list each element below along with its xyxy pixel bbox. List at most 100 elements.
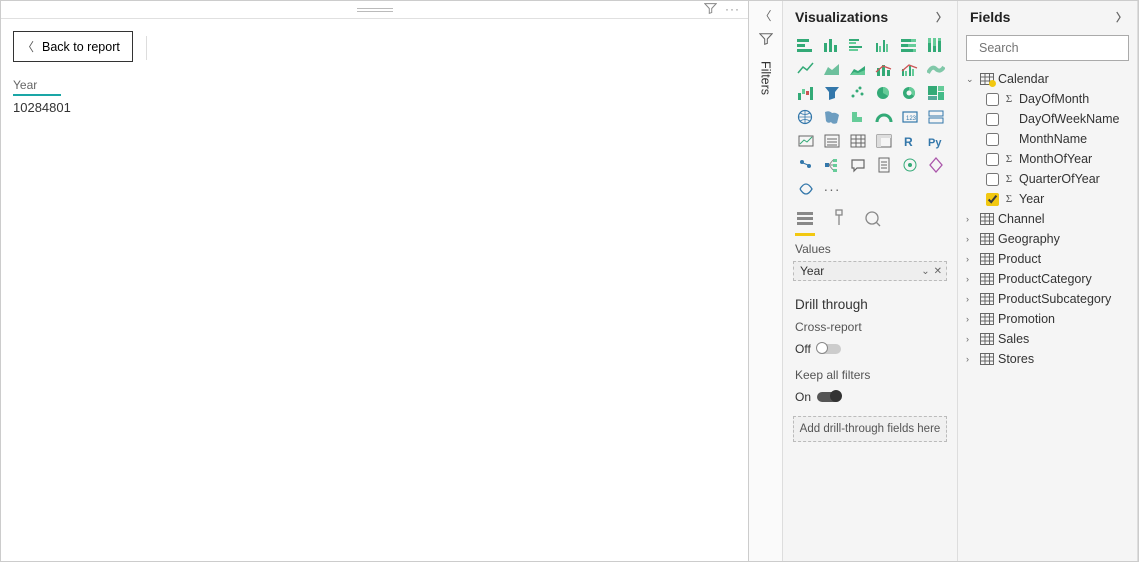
svg-text:R: R — [904, 135, 913, 149]
report-canvas: ··· 〈 Back to report Year 10284801 — [1, 1, 749, 561]
clustered-bar-icon[interactable] — [847, 35, 869, 55]
table-icon — [980, 293, 994, 305]
field-monthofyear[interactable]: ΣMonthOfYear — [964, 149, 1133, 169]
keep-filters-toggle[interactable]: On — [783, 390, 957, 404]
table-label: Stores — [998, 352, 1034, 366]
chevron-right-icon: › — [966, 274, 976, 284]
field-quarterofyear[interactable]: ΣQuarterOfYear — [964, 169, 1133, 189]
filters-title[interactable]: Filters — [759, 61, 773, 95]
fields-search[interactable] — [966, 35, 1129, 61]
fields-tab[interactable] — [795, 209, 815, 236]
table-promotion[interactable]: ›Promotion — [964, 309, 1133, 329]
funnel-icon[interactable] — [821, 83, 843, 103]
field-well-item: Year — [800, 264, 824, 278]
hundred-stacked-bar-icon[interactable] — [899, 35, 921, 55]
multi-row-card-icon[interactable] — [925, 107, 947, 127]
field-dropdown-icon[interactable]: ⌄ — [921, 266, 929, 277]
line-chart-icon[interactable] — [795, 59, 817, 79]
card-icon[interactable]: 123 — [899, 107, 921, 127]
remove-field-icon[interactable]: ✕ — [934, 266, 942, 277]
visualizations-title: Visualizations — [795, 9, 888, 25]
filled-map-icon[interactable] — [821, 107, 843, 127]
table-calendar[interactable]: ⌄Calendar — [964, 69, 1133, 89]
table-productcategory[interactable]: ›ProductCategory — [964, 269, 1133, 289]
field-checkbox[interactable] — [986, 173, 999, 186]
cross-report-toggle[interactable]: Off — [783, 342, 957, 356]
collapse-viz-icon[interactable]: 〉 — [936, 9, 947, 25]
waterfall-icon[interactable] — [795, 83, 817, 103]
table-label: Geography — [998, 232, 1060, 246]
table-icon[interactable] — [847, 131, 869, 151]
stacked-area-icon[interactable] — [847, 59, 869, 79]
search-input[interactable] — [979, 41, 1139, 55]
format-tab[interactable] — [829, 209, 849, 236]
table-sales[interactable]: ›Sales — [964, 329, 1133, 349]
map-icon[interactable] — [795, 107, 817, 127]
field-checkbox[interactable] — [986, 153, 999, 166]
field-checkbox[interactable] — [986, 133, 999, 146]
toggle-state-label: On — [795, 390, 811, 404]
filter-icon[interactable] — [704, 2, 717, 18]
cross-report-label: Cross-report — [783, 318, 957, 340]
divider — [146, 36, 147, 60]
collapse-fields-icon[interactable]: 〉 — [1116, 9, 1127, 25]
treemap-icon[interactable] — [925, 83, 947, 103]
slicer-icon[interactable] — [821, 131, 843, 151]
stacked-bar-icon[interactable] — [795, 35, 817, 55]
chevron-right-icon: › — [966, 314, 976, 324]
powerapps-icon[interactable] — [925, 155, 947, 175]
gauge-icon[interactable] — [873, 107, 895, 127]
field-monthname[interactable]: MonthName — [964, 129, 1133, 149]
table-label: ProductSubcategory — [998, 292, 1111, 306]
analytics-tab[interactable] — [863, 209, 883, 236]
field-year[interactable]: ΣYear — [964, 189, 1133, 209]
card-visual[interactable]: Year 10284801 — [13, 78, 103, 115]
qa-visual-icon[interactable] — [847, 155, 869, 175]
table-productsubcategory[interactable]: › ProductSubcategory — [964, 289, 1133, 309]
table-channel[interactable]: ›Channel — [964, 209, 1133, 229]
scatter-icon[interactable] — [847, 83, 869, 103]
pie-icon[interactable] — [873, 83, 895, 103]
field-label: QuarterOfYear — [1019, 172, 1100, 186]
hundred-stacked-column-icon[interactable] — [925, 35, 947, 55]
line-clustered-column-icon[interactable] — [899, 59, 921, 79]
field-label: MonthName — [1019, 132, 1087, 146]
kpi-icon[interactable] — [795, 131, 817, 151]
visualizations-pane: Visualizations 〉 — [783, 1, 958, 561]
custom-visual-icon[interactable] — [795, 179, 817, 199]
chevron-right-icon: › — [966, 294, 976, 304]
arcgis-icon[interactable] — [899, 155, 921, 175]
line-stacked-column-icon[interactable] — [873, 59, 895, 79]
field-checkbox[interactable] — [986, 93, 999, 106]
shape-map-icon[interactable] — [847, 107, 869, 127]
field-checkbox[interactable] — [986, 113, 999, 126]
key-influencers-icon[interactable] — [795, 155, 817, 175]
field-checkbox[interactable] — [986, 193, 999, 206]
field-dayofmonth[interactable]: ΣDayOfMonth — [964, 89, 1133, 109]
python-visual-icon[interactable]: Py — [925, 131, 947, 151]
values-section-label: Values — [783, 236, 957, 259]
ribbon-chart-icon[interactable] — [925, 59, 947, 79]
area-chart-icon[interactable] — [821, 59, 843, 79]
donut-icon[interactable] — [899, 83, 921, 103]
back-to-report-button[interactable]: 〈 Back to report — [13, 31, 133, 62]
table-geography[interactable]: ›Geography — [964, 229, 1133, 249]
table-label: Sales — [998, 332, 1029, 346]
more-options-icon[interactable]: ··· — [725, 2, 740, 18]
decomposition-tree-icon[interactable] — [821, 155, 843, 175]
values-field-well[interactable]: Year ⌄ ✕ — [793, 261, 947, 281]
filters-funnel-icon[interactable] — [759, 32, 773, 49]
matrix-icon[interactable] — [873, 131, 895, 151]
table-stores[interactable]: ›Stores — [964, 349, 1133, 369]
expand-filters-icon[interactable]: 〈 — [759, 7, 771, 24]
paginated-report-icon[interactable] — [873, 155, 895, 175]
stacked-column-icon[interactable] — [821, 35, 843, 55]
field-dayofweekname[interactable]: DayOfWeekName — [964, 109, 1133, 129]
get-more-visuals-icon[interactable]: ··· — [821, 179, 843, 199]
drillthrough-dropzone[interactable]: Add drill-through fields here — [793, 416, 947, 442]
r-visual-icon[interactable]: R — [899, 131, 921, 151]
table-icon — [980, 213, 994, 225]
drag-handle-icon[interactable] — [357, 8, 393, 12]
clustered-column-icon[interactable] — [873, 35, 895, 55]
table-product[interactable]: ›Product — [964, 249, 1133, 269]
